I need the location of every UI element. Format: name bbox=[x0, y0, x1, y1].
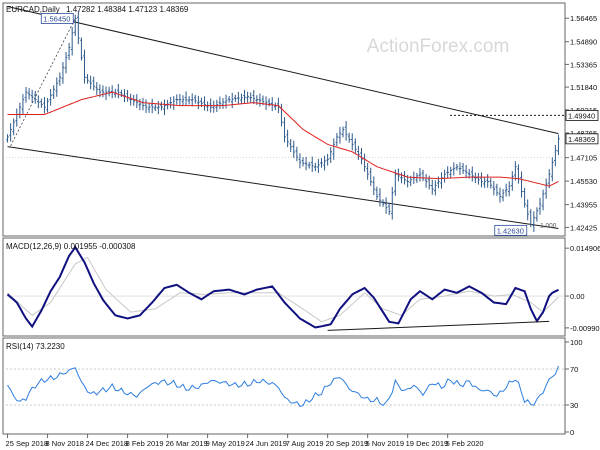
x-tick-label: 9 May 2019 bbox=[206, 439, 245, 448]
price-tick-label: 1.53365 bbox=[570, 60, 597, 69]
price-tick-label: 1.54890 bbox=[570, 38, 597, 47]
price-tick-label: 1.43955 bbox=[570, 201, 597, 210]
rsi-tick-label: 0 bbox=[570, 428, 574, 437]
price-tick-label: 1.56465 bbox=[570, 14, 597, 23]
x-tick-label: 24 Jun 2019 bbox=[246, 439, 287, 448]
x-tick-label: 5 Nov 2019 bbox=[366, 439, 404, 448]
forex-chart: ActionForex.com 1.56450 1.42630 1.000 1.56… bbox=[0, 0, 600, 450]
price-tick-label: 1.42425 bbox=[570, 223, 597, 232]
watermark: ActionForex.com bbox=[367, 36, 510, 57]
price-label: 1.49940 bbox=[568, 111, 595, 120]
price-tick-label: 1.51840 bbox=[570, 83, 597, 92]
price-panel-title: EURCAD,Daily 1.47282 1.48384 1.47123 1.4… bbox=[6, 5, 189, 14]
macd-tick-label: 0.00 bbox=[570, 292, 585, 301]
symbol-label: EURCAD,Daily bbox=[6, 5, 60, 14]
ohlc-values: 1.47282 1.48384 1.47123 1.48369 bbox=[66, 5, 189, 14]
x-tick-label: 5 Feb 2020 bbox=[446, 439, 484, 448]
rsi-tick-label: 70 bbox=[570, 365, 578, 374]
x-tick-label: 7 Aug 2019 bbox=[286, 439, 324, 448]
price-tick-label: 1.45530 bbox=[570, 177, 597, 186]
x-tick-label: 24 Dec 2018 bbox=[86, 439, 129, 448]
x-tick-label: 20 Sep 2019 bbox=[326, 439, 369, 448]
macd-panel-title: MACD(12,26,9) 0.001955 -0.000308 bbox=[6, 242, 136, 251]
x-tick-label: 19 Dec 2019 bbox=[406, 439, 449, 448]
high-marker-label: 1.56450 bbox=[43, 14, 70, 23]
rsi-panel-title: RSI(14) 73.2230 bbox=[6, 342, 65, 351]
rsi-tick-label: 30 bbox=[570, 401, 578, 410]
x-tick-label: 26 Mar 2019 bbox=[166, 439, 208, 448]
price-tick-label: 1.47105 bbox=[570, 154, 597, 163]
rsi-tick-label: 100 bbox=[570, 338, 583, 347]
x-tick-label: 8 Feb 2019 bbox=[126, 439, 164, 448]
low-marker-label: 1.42630 bbox=[497, 226, 524, 235]
macd-tick-label: 0.014906 bbox=[570, 244, 600, 253]
price-label: 1.48369 bbox=[568, 135, 595, 144]
fib-level-label: 1.000 bbox=[540, 222, 557, 229]
x-tick-label: 8 Nov 2018 bbox=[46, 439, 84, 448]
macd-tick-label: -0.009906 bbox=[570, 324, 600, 333]
x-tick-label: 25 Sep 2018 bbox=[6, 439, 49, 448]
